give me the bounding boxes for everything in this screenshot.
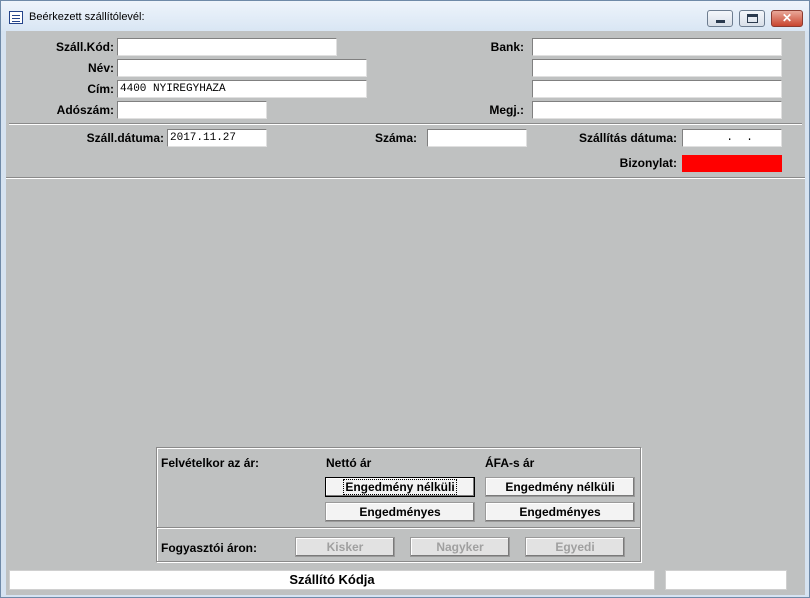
bank-label: Bank: [490,40,524,54]
supplier-address-field[interactable]: 4400 NYIREGYHAZA [117,80,367,98]
note-label: Megj.: [489,103,524,117]
intake-price-label: Felvételkor az ár: [161,456,260,470]
title-bar[interactable]: Beérkezett szállítólevél: ✕ [1,1,809,31]
pricing-panel: Felvételkor az ár: Nettó ár ÁFA-s ár Eng… [156,447,641,562]
note-field[interactable] [532,101,782,119]
supplier-name-label: Név: [87,61,114,75]
ship-date-label: Szállítás dátuma: [578,131,677,145]
custom-price-button[interactable]: Egyedi [525,537,625,557]
retail-button[interactable]: Kisker [295,537,395,557]
tax-number-label: Adószám: [56,103,114,117]
status-bar-main: Szállító Kódja [9,570,655,590]
vat-no-discount-button[interactable]: Engedmény nélküli [485,477,635,497]
tax-number-field[interactable] [117,101,267,119]
delivery-number-label: Száma: [374,131,417,145]
delivery-date-field[interactable]: 2017.11.27 [167,129,267,147]
close-icon: ✕ [781,11,793,25]
bank-field-line-2[interactable] [532,59,782,77]
wholesale-button[interactable]: Nagyker [410,537,510,557]
supplier-code-field[interactable] [117,38,337,56]
minimize-button[interactable] [707,10,733,27]
status-bar-secondary [665,570,787,590]
minimize-icon [716,20,725,23]
net-no-discount-button[interactable]: Engedmény nélküli [325,477,475,497]
separator-bottom [6,177,805,179]
document-list-icon [9,11,23,24]
bank-field-line-3[interactable] [532,80,782,98]
bank-field[interactable] [532,38,782,56]
form-area: Száll.Kód: Név: Cím: 4400 NYIREGYHAZA Ad… [6,31,805,595]
vat-discounted-button[interactable]: Engedményes [485,502,635,522]
pricing-separator [157,527,640,529]
document-status-box [682,155,782,172]
supplier-code-label: Száll.Kód: [55,40,114,54]
maximize-button[interactable] [739,10,765,27]
supplier-address-label: Cím: [87,82,114,96]
supplier-name-field[interactable] [117,59,367,77]
consumer-price-label: Fogyasztói áron: [161,541,258,555]
delivery-number-field[interactable] [427,129,527,147]
app-window: Beérkezett szállítólevél: ✕ Száll.Kód: N… [0,0,810,598]
window-title: Beérkezett szállítólevél: [29,11,145,23]
net-discounted-button[interactable]: Engedményes [325,502,475,522]
close-button[interactable]: ✕ [771,10,803,27]
net-price-header: Nettó ár [326,456,372,470]
document-label: Bizonylat: [619,156,677,170]
delivery-date-label: Száll.dátuma: [86,131,164,145]
net-no-discount-label: Engedmény nélküli [343,479,457,495]
separator-top [9,123,802,125]
vat-price-header: ÁFA-s ár [485,456,535,470]
ship-date-field[interactable]: . . [682,129,782,147]
maximize-icon [747,14,758,23]
